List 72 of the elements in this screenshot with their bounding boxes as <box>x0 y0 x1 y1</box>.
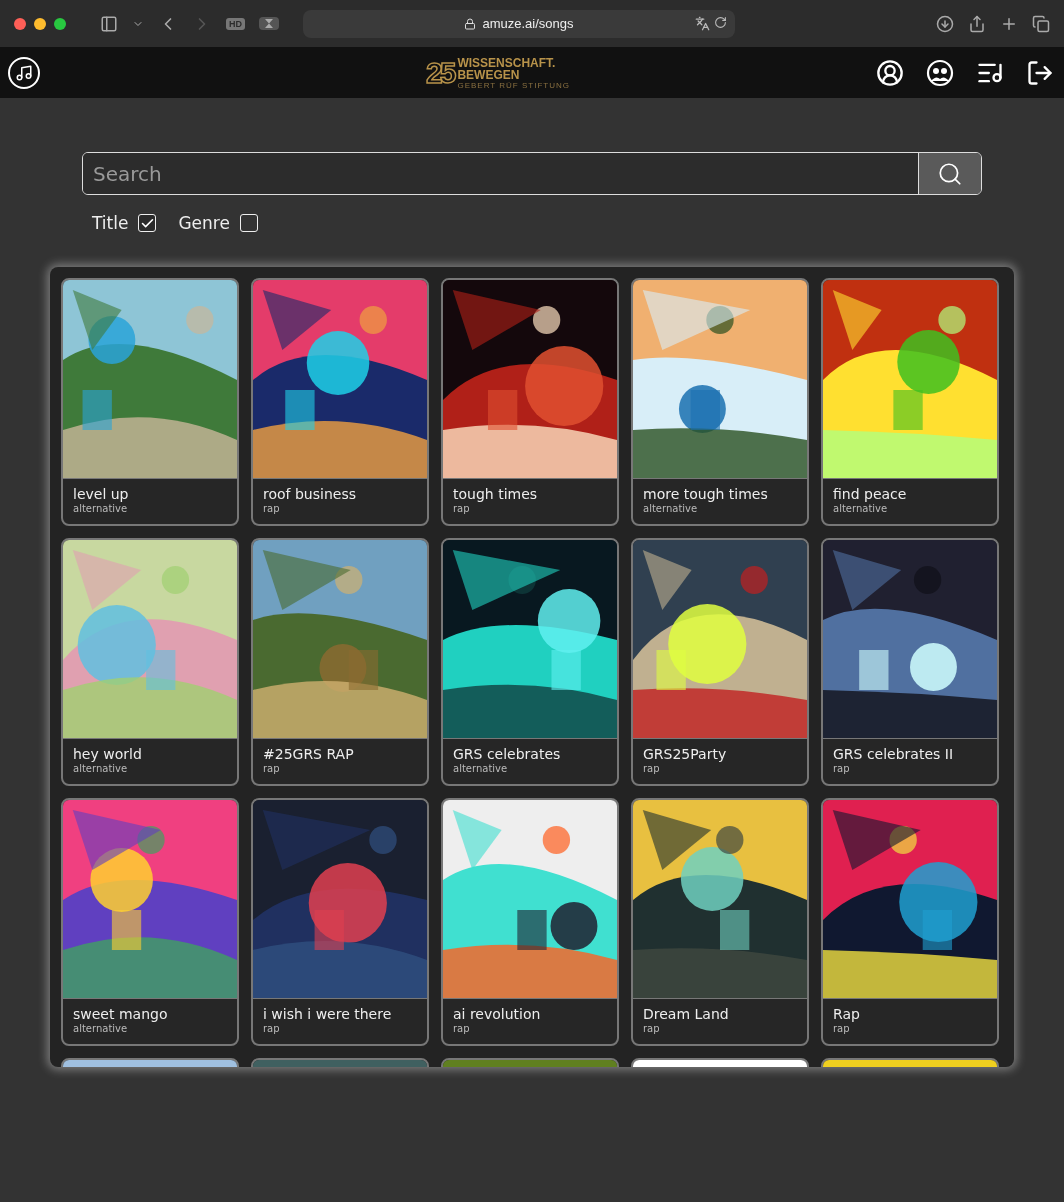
song-title: Dream Land <box>643 1006 730 1022</box>
song-genre: rap <box>263 763 281 774</box>
song-card[interactable]: GRS25Party rap <box>631 538 809 786</box>
song-genre: rap <box>833 763 851 774</box>
logo-text: WISSENSCHAFT. <box>457 56 557 69</box>
song-title: i wish i were there <box>263 1006 393 1022</box>
song-genre: rap <box>453 503 471 514</box>
song-title: level up <box>73 486 130 502</box>
tabs-icon[interactable] <box>1032 14 1050 33</box>
song-title: GRS celebrates <box>453 746 562 762</box>
search-field[interactable]: Search <box>82 152 982 195</box>
minimize-window-button[interactable] <box>34 17 46 30</box>
filter-label: Genre <box>178 213 230 233</box>
song-title: Rap <box>833 1006 861 1022</box>
filter-checkbox[interactable] <box>138 214 157 232</box>
search-icon <box>937 160 963 187</box>
song-genre: alternative <box>73 503 129 514</box>
song-card[interactable]: tough times rap <box>441 278 619 526</box>
search-button[interactable] <box>918 153 981 194</box>
sidebar-icon[interactable] <box>100 14 118 33</box>
song-genre: rap <box>643 763 661 774</box>
song-genre: alternative <box>643 503 699 514</box>
user-icon[interactable] <box>876 59 904 87</box>
song-title: #25GRS RAP <box>263 746 355 762</box>
song-card[interactable]: sweet mango alternative <box>61 798 239 1046</box>
song-card[interactable]: #25GRS RAP rap <box>251 538 429 786</box>
song-card[interactable]: ai revolution rap <box>441 798 619 1046</box>
music-note-logo-icon[interactable] <box>8 57 40 89</box>
song-title: GRS25Party <box>643 746 728 762</box>
song-genre: rap <box>263 1023 281 1034</box>
hourglass-icon[interactable] <box>259 17 279 30</box>
song-title: sweet mango <box>73 1006 169 1022</box>
song-title: roof business <box>263 486 357 502</box>
lock-icon <box>464 17 477 30</box>
song-title: tough times <box>453 486 539 502</box>
song-card[interactable]: roof business rap <box>251 278 429 526</box>
filter-checkbox[interactable] <box>239 214 258 232</box>
song-title: GRS celebrates II <box>833 746 955 762</box>
song-genre: rap <box>263 503 281 514</box>
logo-text: BEWEGEN <box>457 68 521 81</box>
logout-icon[interactable] <box>1026 59 1054 87</box>
song-genre: rap <box>833 1023 851 1034</box>
song-card[interactable]: GRS celebrates II rap <box>821 538 999 786</box>
logo-mark: 25 <box>426 56 454 90</box>
address-bar[interactable]: amuze.ai/songs <box>303 9 735 38</box>
song-title: more tough times <box>643 486 769 502</box>
logo-subtitle: GEBERT RÜF STIFTUNG <box>457 81 570 90</box>
song-title: find peace <box>833 486 908 502</box>
song-card[interactable]: find peace alternative <box>821 278 999 526</box>
zoom-window-button[interactable] <box>54 17 66 30</box>
song-card[interactable]: Rap rap <box>821 798 999 1046</box>
translate-icon[interactable] <box>695 15 710 31</box>
song-card[interactable]: level up alternative <box>61 278 239 526</box>
share-icon[interactable] <box>968 14 986 33</box>
song-card[interactable]: i wish i were there rap <box>251 798 429 1046</box>
reload-icon[interactable] <box>714 15 727 29</box>
song-genre: alternative <box>73 1023 129 1034</box>
song-card[interactable]: GRS celebrates alternative <box>441 538 619 786</box>
song-genre: alternative <box>833 503 889 514</box>
song-genre: rap <box>643 1023 661 1034</box>
song-title: hey world <box>73 746 143 762</box>
song-title: ai revolution <box>453 1006 542 1022</box>
song-genre: alternative <box>73 763 129 774</box>
close-window-button[interactable] <box>14 17 26 30</box>
group-icon[interactable] <box>926 59 954 87</box>
download-icon[interactable] <box>936 14 954 33</box>
song-card[interactable]: more tough times alternative <box>631 278 809 526</box>
filter-label: Title <box>92 213 129 233</box>
song-card[interactable]: hey world alternative <box>61 538 239 786</box>
song-genre: alternative <box>453 763 509 774</box>
song-card[interactable]: Dream Land rap <box>631 798 809 1046</box>
song-genre: rap <box>453 1023 471 1034</box>
